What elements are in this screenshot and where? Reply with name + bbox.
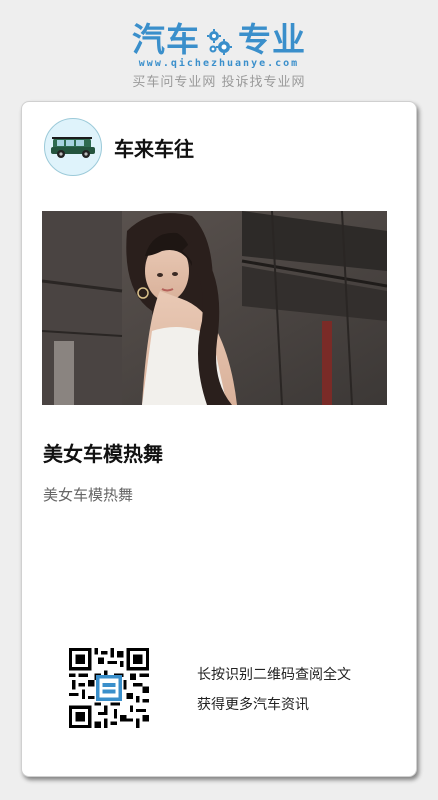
author-name: 车来车往 xyxy=(114,136,194,161)
qr-code-icon xyxy=(69,648,149,728)
gear-icon xyxy=(207,29,232,55)
article-title[interactable]: 美女车模热舞 xyxy=(43,438,163,467)
site-slogan: 买车问专业网 投诉找专业网 xyxy=(132,75,306,90)
site-header: 汽车 专业 www.qichezhuanye.com 买车问专业网 投诉找专业网 xyxy=(0,0,438,100)
logo-text-left: 汽车 xyxy=(132,20,200,59)
site-logo[interactable]: 汽车 专业 xyxy=(0,18,438,62)
article-image[interactable] xyxy=(42,211,387,405)
article-summary: 美女车模热舞 xyxy=(43,486,134,504)
qr-instruction: 长按识别二维码查阅全文 xyxy=(197,667,351,683)
avatar[interactable] xyxy=(44,118,102,176)
car-icon xyxy=(51,137,95,158)
author-row[interactable]: 车来车往 xyxy=(44,118,194,176)
share-card: 车来车往 美女车模热舞 美女车模热舞 长按识别二维码查阅全文 获得更多汽车资讯 xyxy=(21,101,417,777)
site-url: www.qichezhuanye.com xyxy=(138,58,300,69)
photo-image xyxy=(42,211,387,405)
qr-subtext: 获得更多汽车资讯 xyxy=(197,697,309,713)
logo-text-right: 专业 xyxy=(238,20,306,59)
